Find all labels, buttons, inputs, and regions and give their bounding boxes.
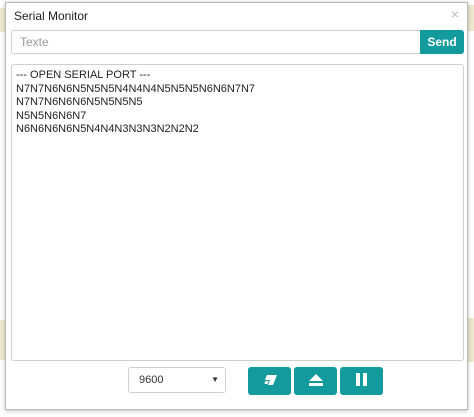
close-icon[interactable]: × bbox=[451, 7, 459, 21]
eject-icon bbox=[308, 373, 323, 389]
serial-monitor-dialog: Serial Monitor × Send --- OPEN SERIAL PO… bbox=[5, 2, 468, 410]
clear-button[interactable] bbox=[248, 367, 291, 395]
serial-input[interactable] bbox=[11, 30, 420, 54]
output-line: --- OPEN SERIAL PORT --- bbox=[16, 69, 151, 81]
pause-button[interactable] bbox=[340, 367, 383, 395]
baud-rate-value: 9600 bbox=[139, 374, 164, 386]
caret-down-icon: ▼ bbox=[211, 375, 219, 384]
output-line: N5N5N6N6N7 bbox=[16, 109, 87, 122]
baud-rate-select[interactable]: 9600 ▼ bbox=[128, 367, 226, 393]
disconnect-button[interactable] bbox=[294, 367, 337, 395]
pause-icon bbox=[355, 373, 368, 389]
background-fragment bbox=[468, 318, 474, 362]
dialog-title: Serial Monitor bbox=[14, 9, 89, 23]
serial-output[interactable]: --- OPEN SERIAL PORT --- N7N7N6N6N5N5N5N… bbox=[11, 64, 464, 361]
output-line: N7N7N6N6N5N5N5N4N4N4N5N5N5N6N6N7N7 bbox=[16, 82, 256, 95]
send-button[interactable]: Send bbox=[420, 30, 464, 54]
eraser-icon bbox=[262, 374, 278, 389]
monitor-footer: 9600 ▼ bbox=[6, 365, 467, 397]
background-fragment bbox=[468, 5, 474, 31]
send-bar: Send bbox=[11, 30, 464, 54]
output-line: N7N7N6N6N6N5N5N5N5 bbox=[16, 96, 143, 108]
output-line: N6N6N6N6N5N4N4N3N3N3N2N2N2 bbox=[16, 123, 199, 135]
